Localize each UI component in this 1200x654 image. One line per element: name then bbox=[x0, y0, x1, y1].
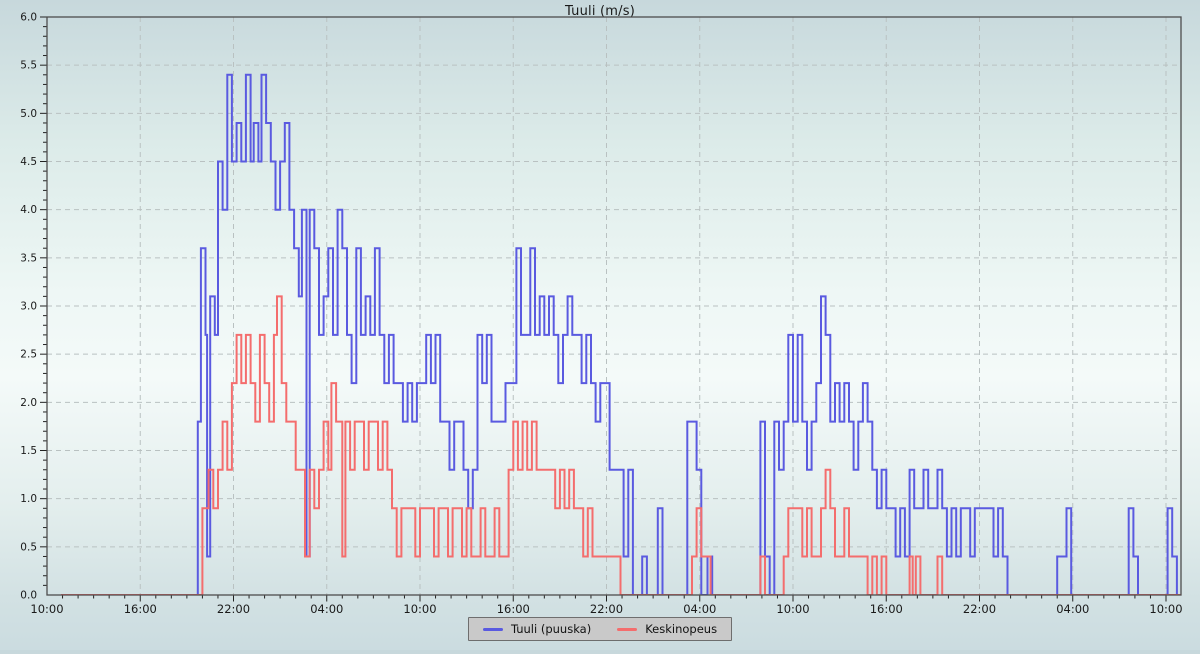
svg-text:4.5: 4.5 bbox=[20, 156, 37, 168]
svg-text:1.0: 1.0 bbox=[20, 493, 37, 505]
plot-area: 0.0 0.5 1.0 1.5 2.0 2.5 3.0 3.5 4.0 4.5 5.0 5.5 6.0 1… bbox=[0, 0, 1200, 654]
svg-text:04:00: 04:00 bbox=[310, 602, 343, 616]
svg-text:3.5: 3.5 bbox=[20, 252, 37, 264]
svg-text:5.0: 5.0 bbox=[20, 108, 37, 120]
svg-text:4.0: 4.0 bbox=[20, 204, 37, 216]
svg-text:22:00: 22:00 bbox=[217, 602, 250, 616]
chart-svg: 0.0 0.5 1.0 1.5 2.0 2.5 3.0 3.5 4.0 4.5 5.0 5.5 6.0 1… bbox=[0, 0, 1200, 650]
svg-text:04:00: 04:00 bbox=[1056, 602, 1089, 616]
svg-text:3.0: 3.0 bbox=[20, 301, 37, 313]
x-axis-labels: 10:00 16:00 22:00 04:00 10:00 16:00 22:00 04:00… bbox=[30, 602, 1182, 616]
svg-text:16:00: 16:00 bbox=[870, 602, 903, 616]
svg-text:0.5: 0.5 bbox=[20, 541, 37, 553]
svg-text:22:00: 22:00 bbox=[963, 602, 996, 616]
series-line-gust bbox=[61, 75, 1181, 595]
svg-text:1.5: 1.5 bbox=[20, 445, 37, 457]
series-line-average bbox=[61, 296, 1181, 595]
svg-text:16:00: 16:00 bbox=[497, 602, 530, 616]
svg-text:10:00: 10:00 bbox=[30, 602, 63, 616]
svg-text:16:00: 16:00 bbox=[124, 602, 157, 616]
svg-text:0.0: 0.0 bbox=[20, 590, 37, 602]
svg-text:2.0: 2.0 bbox=[20, 397, 37, 409]
svg-text:10:00: 10:00 bbox=[403, 602, 436, 616]
svg-text:10:00: 10:00 bbox=[776, 602, 809, 616]
svg-text:6.0: 6.0 bbox=[20, 12, 37, 24]
svg-text:10:00: 10:00 bbox=[1149, 602, 1182, 616]
svg-text:2.5: 2.5 bbox=[20, 349, 37, 361]
svg-text:22:00: 22:00 bbox=[590, 602, 623, 616]
svg-text:04:00: 04:00 bbox=[683, 602, 716, 616]
svg-text:5.5: 5.5 bbox=[20, 60, 37, 72]
y-axis-labels: 0.0 0.5 1.0 1.5 2.0 2.5 3.0 3.5 4.0 4.5 5.0 5.5 6.0 bbox=[20, 12, 37, 602]
